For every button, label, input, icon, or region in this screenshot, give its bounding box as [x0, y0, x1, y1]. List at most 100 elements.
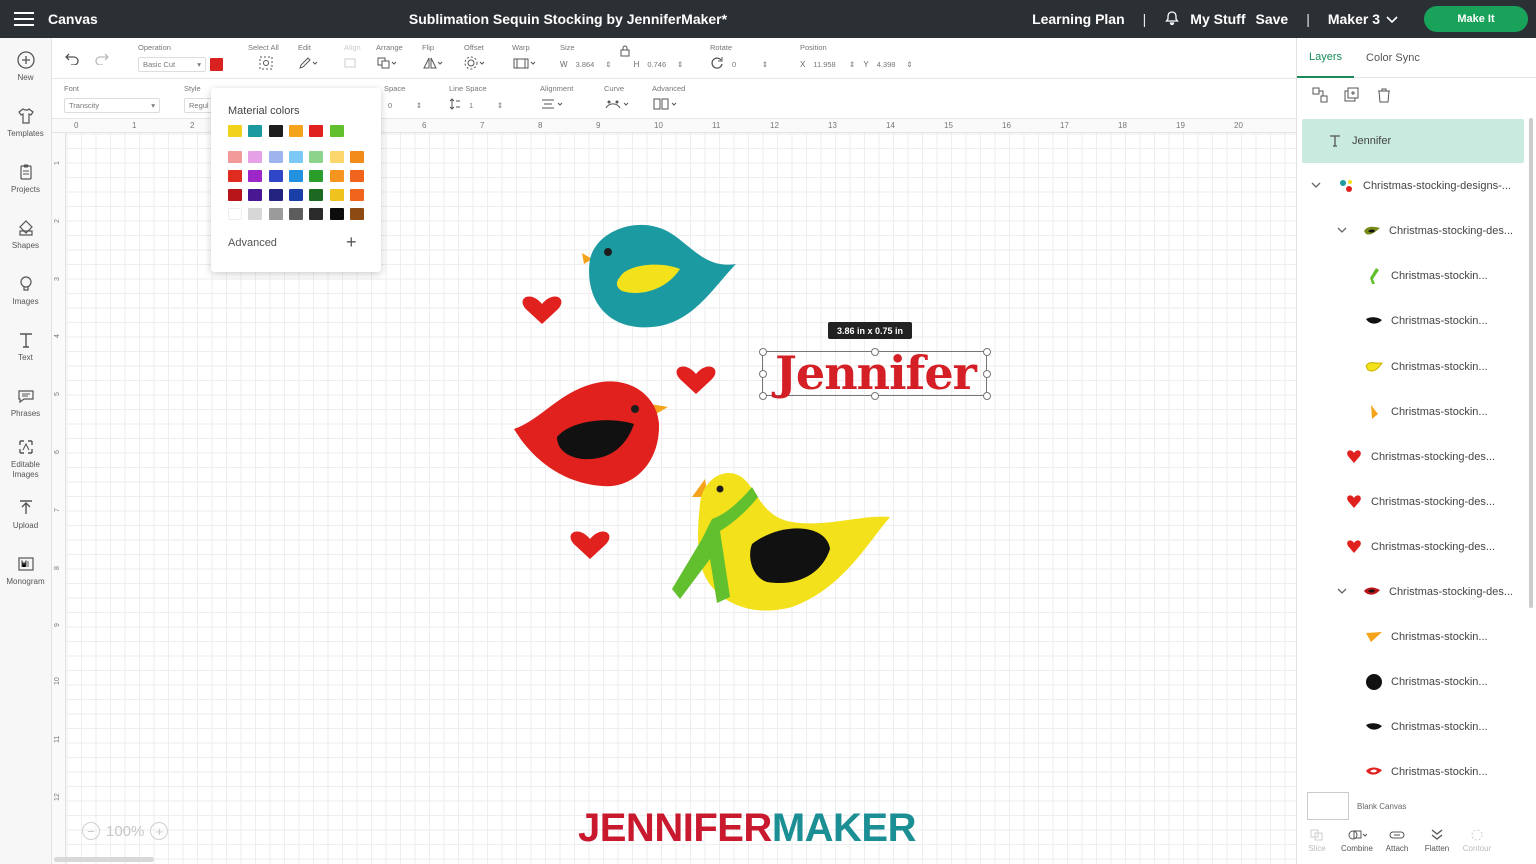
flip-icon[interactable]: [422, 56, 444, 72]
resize-handle[interactable]: [871, 348, 879, 356]
warp-icon[interactable]: [512, 56, 536, 72]
layer-row[interactable]: Christmas-stocking-des...: [1297, 525, 1525, 569]
layer-row[interactable]: Christmas-stocking-des...: [1297, 570, 1525, 614]
layer-row[interactable]: Christmas-stockin...: [1297, 660, 1525, 704]
color-swatch[interactable]: [248, 189, 263, 201]
style-select[interactable]: Regul: [184, 97, 214, 113]
sidebar-item-text[interactable]: Text: [0, 318, 51, 374]
sidebar-item-projects[interactable]: Projects: [0, 150, 51, 206]
layer-row[interactable]: Jennifer: [1302, 119, 1524, 163]
color-swatch[interactable]: [228, 151, 242, 163]
offset-icon[interactable]: [464, 56, 486, 72]
resize-handle[interactable]: [759, 348, 767, 356]
sidebar-item-shapes[interactable]: Shapes: [0, 206, 51, 262]
y-input[interactable]: 4.398 ⇕: [873, 57, 917, 72]
layer-row[interactable]: Christmas-stocking-designs-...: [1297, 164, 1525, 208]
line-space-input[interactable]: 1 ⇕: [465, 98, 507, 113]
color-swatch[interactable]: [329, 125, 344, 137]
color-swatch[interactable]: [288, 125, 303, 137]
resize-handle[interactable]: [983, 392, 991, 400]
color-swatch[interactable]: [329, 151, 344, 163]
color-swatch[interactable]: [329, 208, 344, 220]
bell-icon[interactable]: [1164, 10, 1180, 29]
zoom-in-icon[interactable]: +: [150, 822, 169, 840]
space-input[interactable]: 0 ⇕: [384, 98, 426, 113]
chevron-down-icon[interactable]: [1337, 226, 1349, 236]
color-swatch[interactable]: [228, 170, 242, 182]
color-swatch[interactable]: [349, 151, 364, 163]
resize-handle[interactable]: [759, 392, 767, 400]
heart-shape[interactable]: [676, 366, 716, 394]
color-swatch[interactable]: [288, 208, 303, 220]
color-swatch[interactable]: [228, 208, 242, 220]
save-button[interactable]: Save: [1256, 11, 1289, 27]
redo-icon[interactable]: [94, 52, 110, 69]
advanced-colors-link[interactable]: Advanced: [228, 237, 277, 249]
chevron-down-icon[interactable]: [1311, 181, 1323, 191]
lock-icon[interactable]: [620, 45, 630, 59]
align-icon[interactable]: [344, 57, 364, 71]
my-stuff-link[interactable]: My Stuff: [1190, 11, 1245, 27]
layer-row[interactable]: Christmas-stockin...: [1297, 345, 1525, 389]
chevron-down-icon[interactable]: [1337, 587, 1349, 597]
group-layers-icon[interactable]: [1311, 86, 1329, 109]
sidebar-item-images[interactable]: Images: [0, 262, 51, 318]
layer-row[interactable]: Christmas-stocking-des...: [1297, 435, 1525, 479]
action-attach-button[interactable]: Attach: [1377, 828, 1417, 864]
blank-canvas-row[interactable]: Blank Canvas: [1307, 792, 1406, 820]
layer-row[interactable]: Christmas-stocking-des...: [1297, 480, 1525, 524]
layer-row[interactable]: Christmas-stockin...: [1297, 750, 1525, 794]
rotate-input[interactable]: 0 ⇕: [728, 57, 772, 72]
color-swatch[interactable]: [349, 189, 364, 201]
resize-handle[interactable]: [871, 392, 879, 400]
resize-handle[interactable]: [983, 370, 991, 378]
color-swatch[interactable]: [309, 189, 324, 201]
color-swatch[interactable]: [248, 151, 263, 163]
operation-select[interactable]: Basic Cut ▾: [138, 56, 206, 72]
sidebar-item-templates[interactable]: Templates: [0, 94, 51, 150]
yellow-bird-image[interactable]: [672, 473, 890, 611]
add-color-icon[interactable]: +: [346, 232, 357, 253]
color-swatch[interactable]: [288, 151, 303, 163]
color-swatch[interactable]: [349, 170, 364, 182]
zoom-out-icon[interactable]: −: [82, 822, 100, 840]
color-swatch[interactable]: [288, 189, 303, 201]
duplicate-icon[interactable]: [1343, 86, 1361, 109]
machine-selector[interactable]: Maker 3: [1328, 11, 1398, 27]
color-swatch[interactable]: [309, 151, 324, 163]
color-swatch[interactable]: [248, 170, 263, 182]
color-swatch[interactable]: [329, 170, 344, 182]
undo-icon[interactable]: [64, 52, 80, 69]
resize-handle[interactable]: [759, 370, 767, 378]
color-swatch[interactable]: [268, 151, 283, 163]
action-slice-button[interactable]: Slice: [1297, 828, 1337, 864]
color-swatch[interactable]: [248, 208, 263, 220]
layer-row[interactable]: Christmas-stockin...: [1297, 705, 1525, 749]
color-swatch[interactable]: [228, 125, 242, 137]
heart-shape[interactable]: [522, 296, 562, 324]
tab-layers[interactable]: Layers: [1297, 38, 1355, 78]
color-swatch[interactable]: [228, 189, 242, 201]
layer-row[interactable]: Christmas-stocking-des...: [1297, 209, 1525, 253]
width-input[interactable]: 3.864 ⇕: [572, 57, 616, 72]
layer-row[interactable]: Christmas-stockin...: [1297, 615, 1525, 659]
pencil-icon[interactable]: [298, 56, 318, 72]
font-select[interactable]: Transcity ▾: [64, 97, 160, 113]
learning-plan-link[interactable]: Learning Plan: [1032, 11, 1125, 27]
text-align-icon[interactable]: [540, 97, 564, 113]
color-swatch[interactable]: [329, 189, 344, 201]
layers-scrollbar[interactable]: [1529, 118, 1533, 608]
curve-icon[interactable]: [604, 97, 630, 113]
height-input[interactable]: 0.746 ⇕: [643, 57, 687, 72]
x-input[interactable]: 11.958 ⇕: [809, 57, 859, 72]
horizontal-scrollbar[interactable]: [54, 857, 154, 862]
sidebar-item-upload[interactable]: Upload: [0, 486, 51, 542]
color-swatch[interactable]: [268, 125, 283, 137]
make-it-button[interactable]: Make It: [1424, 6, 1528, 32]
select-all-icon[interactable]: [258, 55, 274, 73]
sidebar-item-phrases[interactable]: Phrases: [0, 374, 51, 430]
action-contour-button[interactable]: Contour: [1457, 828, 1497, 864]
text-object-jennifer[interactable]: Jennifer: [759, 346, 991, 400]
color-swatch[interactable]: [309, 170, 324, 182]
color-swatch[interactable]: [309, 208, 324, 220]
